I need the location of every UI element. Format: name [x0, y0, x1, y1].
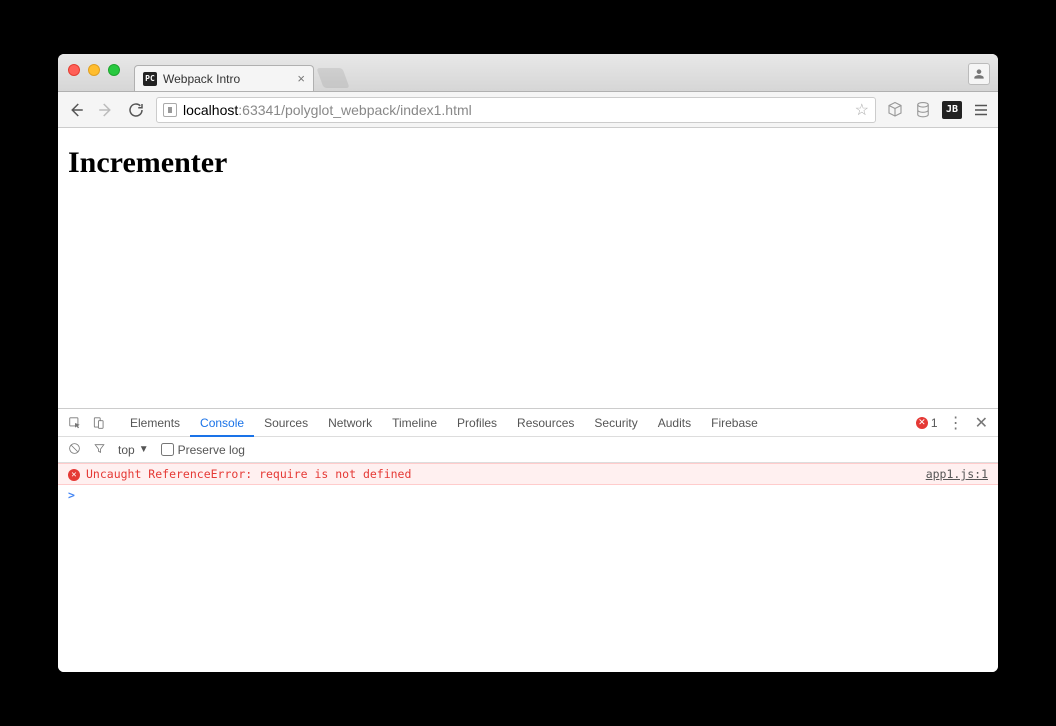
tab-favicon-icon: PC: [143, 72, 157, 86]
devtools-tab-elements[interactable]: Elements: [120, 409, 190, 437]
back-button[interactable]: [66, 100, 86, 120]
devtools-tab-timeline[interactable]: Timeline: [382, 409, 447, 437]
devtools-tab-console[interactable]: Console: [190, 409, 254, 437]
page-viewport: Incrementer: [58, 128, 998, 408]
arrow-right-icon: [97, 101, 115, 119]
devtools-menu-button[interactable]: ⋮: [948, 413, 965, 433]
filter-button[interactable]: [93, 442, 106, 458]
no-entry-icon: [68, 442, 81, 455]
profile-button[interactable]: [968, 63, 990, 85]
context-selector[interactable]: top ▼: [118, 443, 149, 457]
window-minimize-button[interactable]: [88, 64, 100, 76]
clear-console-button[interactable]: [68, 442, 81, 458]
chrome-menu-button[interactable]: [972, 101, 990, 119]
console-output: ✕ Uncaught ReferenceError: require is no…: [58, 463, 998, 672]
person-icon: [972, 67, 986, 81]
devtools-tab-security[interactable]: Security: [584, 409, 647, 437]
tab-title: Webpack Intro: [163, 72, 291, 86]
preserve-log-input[interactable]: [161, 443, 174, 456]
error-count-badge[interactable]: ✕ 1: [916, 416, 938, 430]
error-icon: ✕: [68, 469, 80, 481]
devtools-tab-audits[interactable]: Audits: [648, 409, 701, 437]
devtools-panel: ElementsConsoleSourcesNetworkTimelinePro…: [58, 408, 998, 672]
devtools-tab-profiles[interactable]: Profiles: [447, 409, 507, 437]
inspect-element-button[interactable]: [64, 412, 86, 434]
error-count: 1: [931, 416, 938, 430]
devtools-tabbar: ElementsConsoleSourcesNetworkTimelinePro…: [58, 409, 998, 437]
extension-jetbrains-icon[interactable]: JB: [942, 101, 962, 119]
url-path: :63341/polyglot_webpack/index1.html: [238, 102, 472, 118]
devtools-tab-network[interactable]: Network: [318, 409, 382, 437]
traffic-lights: [68, 64, 120, 76]
window-maximize-button[interactable]: [108, 64, 120, 76]
devtools-tab-firebase[interactable]: Firebase: [701, 409, 768, 437]
preserve-log-checkbox[interactable]: Preserve log: [161, 443, 245, 457]
console-error-row[interactable]: ✕ Uncaught ReferenceError: require is no…: [58, 463, 998, 485]
device-toolbar-button[interactable]: [88, 412, 110, 434]
tab-close-icon[interactable]: ×: [297, 71, 305, 86]
extension-db-icon[interactable]: [914, 101, 932, 119]
window-close-button[interactable]: [68, 64, 80, 76]
context-selector-value: top: [118, 443, 135, 457]
tab-strip: PC Webpack Intro ×: [134, 54, 346, 91]
new-tab-button[interactable]: [316, 68, 349, 88]
reload-button[interactable]: [126, 100, 146, 120]
chevron-down-icon: ▼: [139, 444, 149, 455]
toolbar-extensions: JB: [886, 101, 990, 119]
page-heading: Incrementer: [68, 146, 988, 180]
url-host: localhost: [183, 102, 238, 118]
reload-icon: [127, 101, 145, 119]
devtools-tablist: ElementsConsoleSourcesNetworkTimelinePro…: [120, 409, 768, 437]
browser-tab[interactable]: PC Webpack Intro ×: [134, 65, 314, 91]
nav-toolbar: localhost:63341/polyglot_webpack/index1.…: [58, 92, 998, 128]
error-dot-icon: ✕: [916, 417, 928, 429]
extension-cube-icon[interactable]: [886, 101, 904, 119]
devtools-tabbar-right: ✕ 1 ⋮ ✕: [916, 413, 992, 433]
console-error-message: Uncaught ReferenceError: require is not …: [86, 467, 920, 481]
titlebar: PC Webpack Intro ×: [58, 54, 998, 92]
forward-button[interactable]: [96, 100, 116, 120]
preserve-log-label: Preserve log: [178, 443, 245, 457]
address-bar[interactable]: localhost:63341/polyglot_webpack/index1.…: [156, 97, 876, 123]
arrow-left-icon: [67, 101, 85, 119]
console-toolbar: top ▼ Preserve log: [58, 437, 998, 463]
devtools-tab-sources[interactable]: Sources: [254, 409, 318, 437]
browser-window: PC Webpack Intro × localhost:63341/polyg…: [58, 54, 998, 672]
funnel-icon: [93, 442, 106, 455]
titlebar-right: [968, 63, 990, 85]
console-prompt[interactable]: >: [58, 485, 998, 505]
devtools-close-button[interactable]: ✕: [975, 413, 988, 433]
site-info-icon[interactable]: [163, 103, 177, 117]
devtools-tab-resources[interactable]: Resources: [507, 409, 584, 437]
console-error-source-link[interactable]: app1.js:1: [926, 467, 988, 481]
bookmark-star-icon[interactable]: ☆: [855, 100, 869, 120]
